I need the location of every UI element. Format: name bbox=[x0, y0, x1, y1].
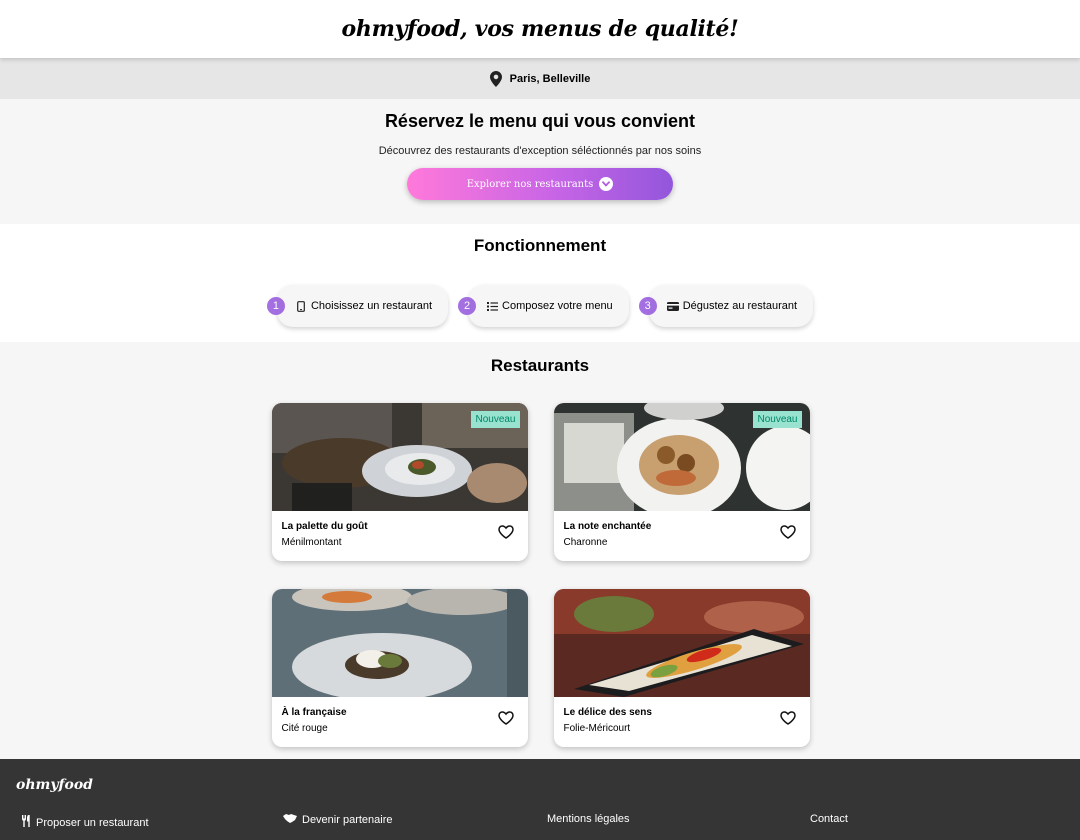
step-number: 1 bbox=[266, 297, 285, 315]
step-2: 2 Composez votre menu bbox=[458, 285, 629, 327]
step-box: Dégustez au restaurant bbox=[648, 285, 814, 327]
step-label: Dégustez au restaurant bbox=[682, 300, 798, 312]
restaurant-area: Ménilmontant bbox=[281, 537, 342, 548]
heart-icon[interactable] bbox=[779, 525, 796, 539]
restaurants-title: Restaurants bbox=[490, 356, 590, 375]
restaurants-grid: Nouveau La palette du goût Ménilmontant bbox=[1, 403, 1080, 747]
footer-link-label: Mentions légales bbox=[547, 813, 630, 825]
explore-restaurants-button[interactable]: Explorer nos restaurants bbox=[407, 168, 673, 200]
steps-list: 1 Choisissez un restaurant 2 Composez vo… bbox=[10, 285, 1080, 327]
restaurant-card[interactable]: Nouveau La note enchantée Charonne bbox=[553, 403, 810, 561]
step-box: Composez votre menu bbox=[468, 285, 629, 327]
restaurant-photo: Nouveau bbox=[271, 403, 528, 511]
footer-link-label: Proposer un restaurant bbox=[36, 816, 149, 829]
footer-logo[interactable]: ohmyfood bbox=[16, 777, 93, 793]
footer-link-propose-restaurant[interactable]: Proposer un restaurant bbox=[21, 815, 149, 830]
restaurant-area: Charonne bbox=[563, 537, 608, 548]
restaurant-card[interactable]: Le délice des sens Folie-Méricourt bbox=[553, 589, 810, 747]
restaurant-card[interactable]: Nouveau La palette du goût Ménilmontant bbox=[271, 403, 528, 561]
card-icon bbox=[666, 300, 679, 312]
footer-link-legal[interactable]: Mentions légales bbox=[547, 813, 630, 825]
handshake-icon bbox=[283, 813, 297, 826]
location-label: Paris, Belleville bbox=[509, 72, 591, 85]
footer-link-partner[interactable]: Devenir partenaire bbox=[283, 813, 393, 826]
list-icon bbox=[486, 300, 498, 312]
step-number: 2 bbox=[458, 297, 477, 315]
phone-icon bbox=[295, 300, 307, 312]
footer-link-label: Contact bbox=[810, 813, 848, 825]
hero-section: Réservez le menu qui vous convient Décou… bbox=[0, 99, 1080, 224]
restaurant-photo bbox=[553, 589, 810, 697]
card-body: À la française Cité rouge bbox=[272, 697, 528, 744]
footer-link-contact[interactable]: Contact bbox=[810, 813, 848, 825]
step-box: Choisissez un restaurant bbox=[276, 285, 449, 327]
step-label: Composez votre menu bbox=[502, 300, 613, 312]
new-badge: Nouveau bbox=[471, 411, 520, 428]
location-bar: Paris, Belleville bbox=[0, 58, 1080, 99]
hero-title: Réservez le menu qui vous convient bbox=[384, 111, 696, 131]
explore-button-label: Explorer nos restaurants bbox=[466, 178, 594, 190]
map-pin-icon bbox=[489, 70, 502, 87]
how-it-works-section: Fonctionnement 1 Choisissez un restauran… bbox=[0, 224, 1080, 342]
restaurant-photo: Nouveau bbox=[553, 403, 810, 511]
site-header: ohmyfood, vos menus de qualité! bbox=[0, 0, 1080, 58]
step-label: Choisissez un restaurant bbox=[310, 300, 433, 312]
footer-link-label: Devenir partenaire bbox=[302, 813, 393, 826]
site-footer: ohmyfood Proposer un restaurant Devenir … bbox=[0, 759, 1080, 840]
hero-subtitle: Découvrez des restaurants d'exception sé… bbox=[378, 145, 702, 157]
restaurant-name: À la française bbox=[281, 707, 347, 718]
restaurant-area: Folie-Méricourt bbox=[563, 723, 631, 734]
card-body: La note enchantée Charonne bbox=[554, 511, 810, 558]
restaurant-photo bbox=[271, 589, 528, 697]
step-number: 3 bbox=[638, 297, 657, 315]
restaurant-area: Cité rouge bbox=[281, 723, 328, 734]
card-body: Le délice des sens Folie-Méricourt bbox=[554, 697, 810, 744]
chevron-down-icon bbox=[599, 177, 614, 191]
utensils-icon bbox=[21, 815, 31, 830]
heart-icon[interactable] bbox=[779, 711, 796, 725]
step-1: 1 Choisissez un restaurant bbox=[266, 285, 449, 327]
heart-icon[interactable] bbox=[497, 711, 514, 725]
how-title: Fonctionnement bbox=[473, 236, 607, 255]
restaurant-card[interactable]: À la française Cité rouge bbox=[271, 589, 528, 747]
card-body: La palette du goût Ménilmontant bbox=[272, 511, 528, 558]
site-logo[interactable]: ohmyfood, vos menus de qualité! bbox=[0, 0, 1080, 58]
restaurant-name: La note enchantée bbox=[563, 521, 652, 532]
step-3: 3 Dégustez au restaurant bbox=[638, 285, 814, 327]
restaurant-name: La palette du goût bbox=[281, 521, 368, 532]
heart-icon[interactable] bbox=[497, 525, 514, 539]
restaurant-name: Le délice des sens bbox=[563, 707, 652, 718]
new-badge: Nouveau bbox=[753, 411, 802, 428]
restaurants-section: Restaurants Nouveau La palette du goût M… bbox=[0, 342, 1080, 760]
